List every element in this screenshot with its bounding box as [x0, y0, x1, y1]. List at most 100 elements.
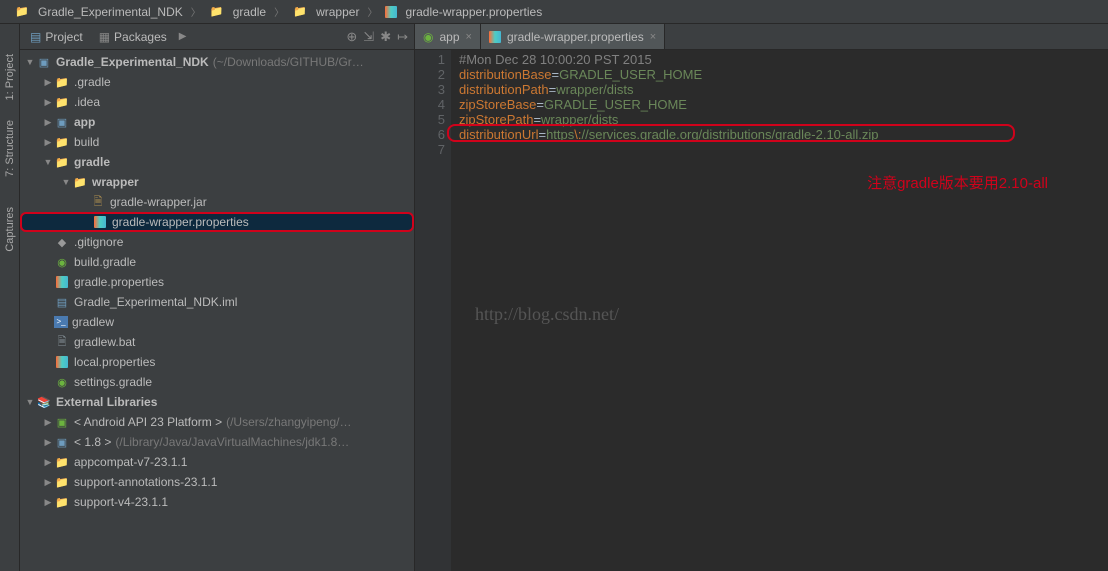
folder-icon: 📁 [292, 4, 308, 20]
project-panel-header: ▤ Project ▦ Packages ▶ ⊕ ⇲ ✱ ↦ [20, 24, 414, 50]
rail-structure[interactable]: 7: Structure [4, 120, 16, 177]
disclosure-icon[interactable]: ▶ [42, 437, 54, 448]
rail-captures[interactable]: Captures [4, 207, 16, 252]
tree-row-gradlew-bat[interactable]: 🗎gradlew.bat [20, 332, 414, 352]
disclosure-icon[interactable]: ▶ [42, 457, 54, 468]
editor-tabs: ◉ app × gradle-wrapper.properties × [415, 24, 1108, 50]
tree-row--gitignore[interactable]: ◆.gitignore [20, 232, 414, 252]
tree-hint: (/Library/Java/JavaVirtualMachines/jdk1.… [115, 435, 349, 449]
tree-hint: (/Users/zhangyipeng/… [226, 415, 351, 429]
tree-label: build.gradle [74, 255, 136, 269]
tree-label: local.properties [74, 355, 155, 369]
editor-tab-app[interactable]: ◉ app × [415, 24, 481, 49]
gradle-icon: ◉ [423, 30, 433, 44]
line-number: 1 [415, 52, 445, 67]
breadcrumb-root[interactable]: 📁 Gradle_Experimental_NDK [10, 2, 187, 22]
tree-row-build[interactable]: ▶📁build [20, 132, 414, 152]
tree-label: gradle-wrapper.jar [110, 195, 207, 209]
disclosure-icon[interactable]: ▶ [42, 137, 54, 148]
tree-label: .idea [74, 95, 100, 109]
disclosure-icon[interactable]: ▼ [24, 397, 36, 407]
hide-icon[interactable]: ↦ [397, 29, 408, 45]
tree-row-external-libraries[interactable]: ▼📚External Libraries [20, 392, 414, 412]
tab-project[interactable]: ▤ Project [26, 28, 87, 46]
tree-row-settings-gradle[interactable]: ◉settings.gradle [20, 372, 414, 392]
tree-label: wrapper [92, 175, 139, 189]
tree-row-support-v4-23-1-1[interactable]: ▶📁support-v4-23.1.1 [20, 492, 414, 512]
tree-row-gradle-experimental-ndk[interactable]: ▼▣Gradle_Experimental_NDK (~/Downloads/G… [20, 52, 414, 72]
tab-packages[interactable]: ▦ Packages [95, 28, 171, 46]
disclosure-icon[interactable]: ▶ [42, 77, 54, 88]
project-tree[interactable]: ▼▣Gradle_Experimental_NDK (~/Downloads/G… [20, 50, 414, 571]
watermark-text: http://blog.csdn.net/ [475, 304, 619, 325]
disclosure-icon[interactable]: ▶ [42, 477, 54, 488]
chevron-right-icon[interactable]: ▶ [179, 31, 187, 42]
gear-icon[interactable]: ✱ [380, 29, 391, 45]
tree-row-support-annotations-23-1-1[interactable]: ▶📁support-annotations-23.1.1 [20, 472, 414, 492]
tree-row-appcompat-v7-23-1-1[interactable]: ▶📁appcompat-v7-23.1.1 [20, 452, 414, 472]
annotation-text: 注意gradle版本要用2.10-all [867, 172, 1048, 193]
tree-row-app[interactable]: ▶▣app [20, 112, 414, 132]
line-number: 5 [415, 112, 445, 127]
tree-label: gradlew.bat [74, 335, 135, 349]
tree-label: build [74, 135, 99, 149]
code-comment: #Mon Dec 28 10:00:20 PST 2015 [459, 52, 652, 67]
tree-label: Gradle_Experimental_NDK [56, 55, 209, 69]
breadcrumb-label: wrapper [316, 5, 359, 19]
tree-label: External Libraries [56, 395, 157, 409]
tree-row--gradle[interactable]: ▶📁.gradle [20, 72, 414, 92]
editor-tab-properties[interactable]: gradle-wrapper.properties × [481, 24, 665, 49]
project-icon: 📁 [14, 4, 30, 20]
tree-row-wrapper[interactable]: ▼📁wrapper [20, 172, 414, 192]
close-icon[interactable]: × [466, 31, 472, 43]
editor-tab-label: app [439, 30, 459, 44]
chevron-right-icon: 〉 [367, 4, 377, 19]
disclosure-icon[interactable]: ▶ [42, 117, 54, 128]
tree-label: < 1.8 > [74, 435, 111, 449]
line-number: 3 [415, 82, 445, 97]
tree-label: gradle.properties [74, 275, 164, 289]
tree-row-local-properties[interactable]: local.properties [20, 352, 414, 372]
tree-row--android-api-23-platform-[interactable]: ▶▣< Android API 23 Platform > (/Users/zh… [20, 412, 414, 432]
locate-icon[interactable]: ⇲ [363, 29, 374, 45]
tree-row-gradle-wrapper-properties[interactable]: gradle-wrapper.properties [20, 212, 414, 232]
breadcrumb-label: gradle [233, 5, 266, 19]
tree-label: .gradle [74, 75, 111, 89]
tree-row-gradle-experimental-ndk-iml[interactable]: ▤Gradle_Experimental_NDK.iml [20, 292, 414, 312]
breadcrumb-label: gradle-wrapper.properties [405, 5, 542, 19]
tree-row-gradle-wrapper-jar[interactable]: 🗎gradle-wrapper.jar [20, 192, 414, 212]
folder-icon: 📁 [209, 4, 225, 20]
line-number: 4 [415, 97, 445, 112]
disclosure-icon[interactable]: ▶ [42, 497, 54, 508]
line-number: 6 [415, 127, 445, 142]
tree-label: gradle-wrapper.properties [112, 215, 249, 229]
panel-toolbar: ⊕ ⇲ ✱ ↦ [346, 29, 408, 45]
tree-row-gradle-properties[interactable]: gradle.properties [20, 272, 414, 292]
disclosure-icon[interactable]: ▼ [42, 157, 54, 167]
collapse-icon[interactable]: ⊕ [346, 29, 357, 45]
breadcrumb-wrapper[interactable]: 📁 wrapper [288, 2, 363, 22]
editor-area: ◉ app × gradle-wrapper.properties × 1234… [415, 24, 1108, 571]
breadcrumb-file[interactable]: gradle-wrapper.properties [381, 3, 546, 21]
rail-project[interactable]: 1: Project [4, 54, 16, 100]
project-panel: ▤ Project ▦ Packages ▶ ⊕ ⇲ ✱ ↦ ▼▣Gradle_… [20, 24, 415, 571]
tree-label: settings.gradle [74, 375, 152, 389]
disclosure-icon[interactable]: ▶ [42, 97, 54, 108]
disclosure-icon[interactable]: ▼ [24, 57, 36, 67]
line-number: 7 [415, 142, 445, 157]
disclosure-icon[interactable]: ▶ [42, 417, 54, 428]
tool-window-bar-left: 1: Project 7: Structure Captures [0, 24, 20, 571]
gutter: 1234567 [415, 50, 451, 571]
breadcrumb: 📁 Gradle_Experimental_NDK 〉 📁 gradle 〉 📁… [0, 0, 1108, 24]
tree-row--1-8-[interactable]: ▶▣< 1.8 > (/Library/Java/JavaVirtualMach… [20, 432, 414, 452]
breadcrumb-gradle[interactable]: 📁 gradle [205, 2, 270, 22]
project-view-icon: ▤ [30, 30, 41, 44]
tree-row-gradle[interactable]: ▼📁gradle [20, 152, 414, 172]
close-icon[interactable]: × [650, 31, 656, 43]
tree-row--idea[interactable]: ▶📁.idea [20, 92, 414, 112]
disclosure-icon[interactable]: ▼ [60, 177, 72, 187]
tree-hint: (~/Downloads/GITHUB/Gr… [213, 55, 364, 69]
tree-label: gradle [74, 155, 110, 169]
tree-row-gradlew[interactable]: >_gradlew [20, 312, 414, 332]
tree-row-build-gradle[interactable]: ◉build.gradle [20, 252, 414, 272]
